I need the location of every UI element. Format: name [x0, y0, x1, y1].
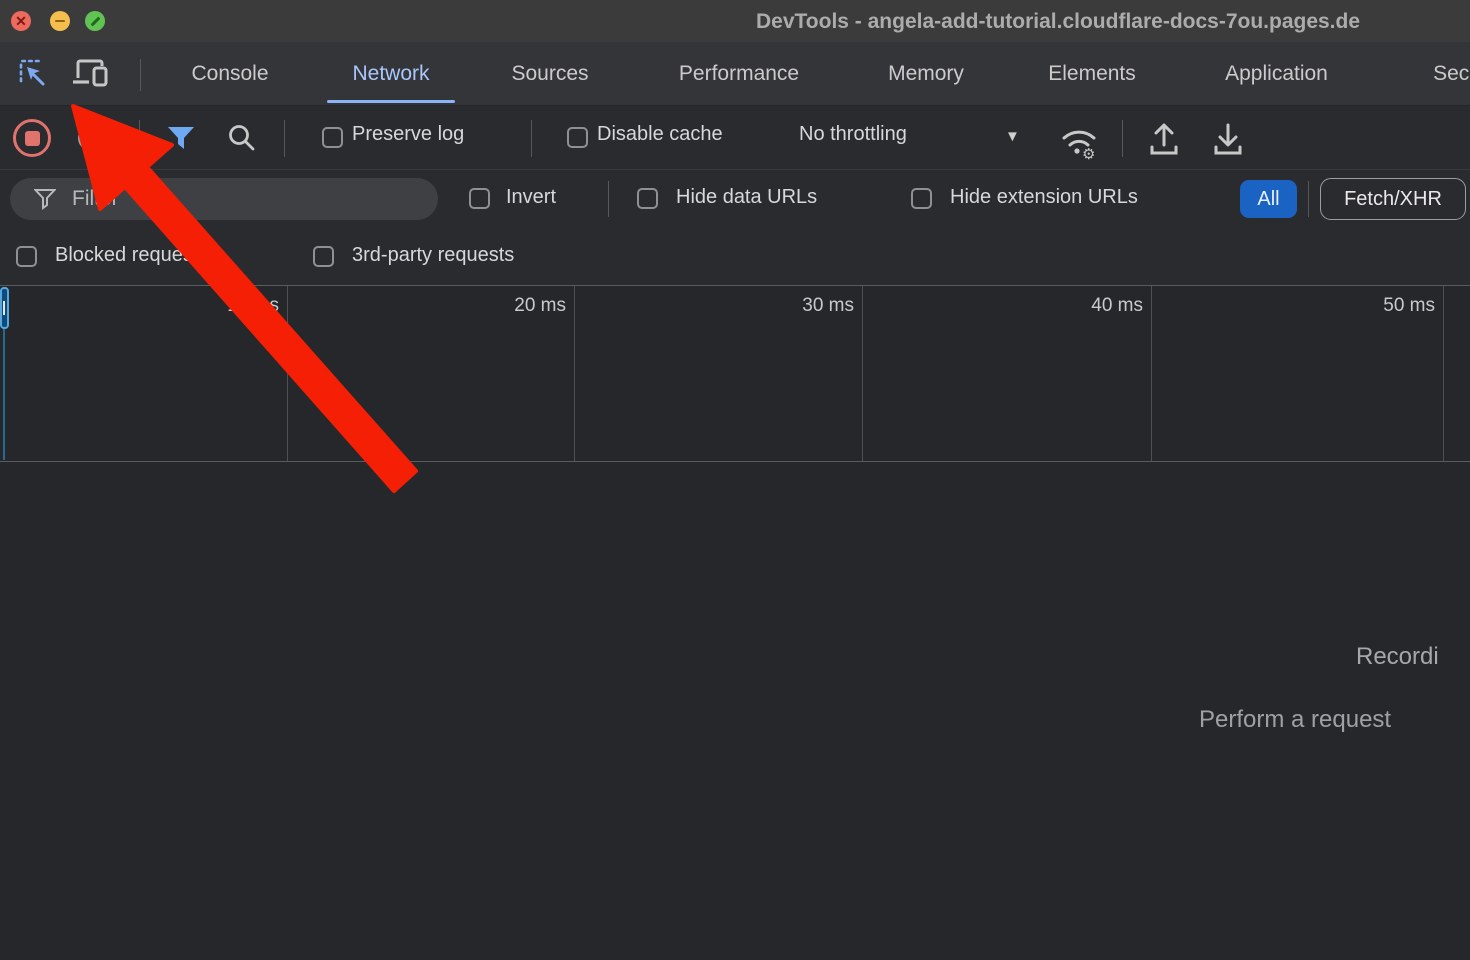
clear-network-log-button[interactable] [78, 125, 104, 151]
blocked-requests-checkbox[interactable] [16, 246, 37, 267]
window-title: DevTools - angela-add-tutorial.cloudflar… [756, 8, 1470, 36]
filter-toggle-button[interactable] [167, 126, 195, 150]
disable-cache-label[interactable]: Disable cache [597, 123, 723, 146]
window-titlebar: ✕ DevTools - angela-add-tutorial.cloudfl… [0, 0, 1470, 42]
devtools-tab-bar: Console Network Sources Performance Memo… [0, 42, 1470, 106]
toolbar-divider [1122, 120, 1123, 157]
device-toolbar-icon [71, 56, 111, 90]
wifi-gear-icon: ⚙ [1056, 120, 1102, 160]
tabbar-divider [140, 59, 141, 91]
import-har-button[interactable] [1146, 120, 1182, 158]
inspect-element-button[interactable] [12, 53, 54, 93]
tab-sources[interactable]: Sources [492, 42, 608, 105]
toolbar-divider [531, 120, 532, 157]
toolbar-divider [284, 120, 285, 157]
throttling-select[interactable]: No throttling [799, 123, 907, 146]
timeline-gridline [1151, 286, 1152, 461]
hide-data-urls-checkbox[interactable] [637, 188, 658, 209]
tab-security[interactable]: Security [1406, 42, 1470, 105]
export-har-button[interactable] [1210, 120, 1246, 158]
invert-checkbox[interactable] [469, 188, 490, 209]
tab-application[interactable]: Application [1199, 42, 1354, 105]
funnel-icon [167, 126, 195, 150]
svg-text:⚙: ⚙ [1082, 145, 1095, 160]
filterbar-divider [608, 181, 609, 217]
timeline-gridline [862, 286, 863, 461]
third-party-requests-label[interactable]: 3rd-party requests [352, 244, 514, 267]
third-party-requests-checkbox[interactable] [313, 246, 334, 267]
hide-data-urls-label[interactable]: Hide data URLs [676, 186, 817, 209]
fullscreen-icon [90, 16, 100, 26]
search-button[interactable] [226, 122, 258, 154]
search-icon [226, 122, 258, 154]
tab-network[interactable]: Network [323, 42, 459, 105]
timeline-gridline [1443, 286, 1444, 461]
timeline-tick-10ms: 10 ms [227, 295, 279, 317]
disable-cache-checkbox[interactable] [567, 127, 588, 148]
close-icon: ✕ [15, 14, 27, 28]
zoom-window-button[interactable] [85, 11, 105, 31]
download-icon [1210, 120, 1246, 158]
timeline-tick-20ms: 20 ms [514, 295, 566, 317]
network-toolbar: Preserve log Disable cache No throttling… [0, 106, 1470, 170]
inspect-cursor-icon [17, 57, 49, 89]
timeline-tick-50ms: 50 ms [1383, 295, 1435, 317]
tab-performance[interactable]: Performance [650, 42, 828, 105]
toggle-device-toolbar-button[interactable] [70, 53, 112, 93]
timeline-tick-40ms: 40 ms [1091, 295, 1143, 317]
tab-console[interactable]: Console [172, 42, 288, 105]
timeline-gridline [574, 286, 575, 461]
close-window-button[interactable]: ✕ [11, 11, 31, 31]
chevron-down-icon[interactable]: ▼ [1005, 128, 1020, 145]
empty-state-instruction-text: Perform a request [1199, 706, 1391, 734]
minimize-icon [55, 20, 65, 23]
network-conditions-button[interactable]: ⚙ [1056, 120, 1102, 160]
request-type-all-chip[interactable]: All [1240, 180, 1297, 218]
stop-recording-button[interactable] [13, 119, 51, 157]
filter-input[interactable] [72, 187, 392, 211]
hide-extension-urls-checkbox[interactable] [911, 188, 932, 209]
tab-elements[interactable]: Elements [1027, 42, 1157, 105]
record-stop-icon [25, 131, 40, 146]
blocked-requests-label[interactable]: Blocked requests [55, 244, 208, 267]
hide-extension-urls-label[interactable]: Hide extension URLs [950, 186, 1138, 209]
invert-label[interactable]: Invert [506, 186, 556, 209]
overview-drag-handle[interactable] [0, 287, 9, 329]
timeline-gridline [287, 286, 288, 461]
minimize-window-button[interactable] [50, 11, 70, 31]
upload-icon [1146, 120, 1182, 158]
request-type-fetch-xhr-chip[interactable]: Fetch/XHR [1320, 178, 1466, 220]
toolbar-divider [139, 120, 140, 157]
more-filters-row [0, 228, 1470, 285]
timeline-tick-30ms: 30 ms [802, 295, 854, 317]
preserve-log-checkbox[interactable] [322, 127, 343, 148]
filter-input-wrapper[interactable] [10, 178, 438, 220]
filterbar-divider [1308, 181, 1309, 217]
preserve-log-label[interactable]: Preserve log [352, 123, 464, 146]
filter-funnel-outline-icon [34, 188, 56, 210]
tab-memory[interactable]: Memory [867, 42, 985, 105]
empty-state-recording-text: Recordi [1356, 643, 1439, 671]
network-overview-timeline[interactable] [0, 285, 1470, 462]
